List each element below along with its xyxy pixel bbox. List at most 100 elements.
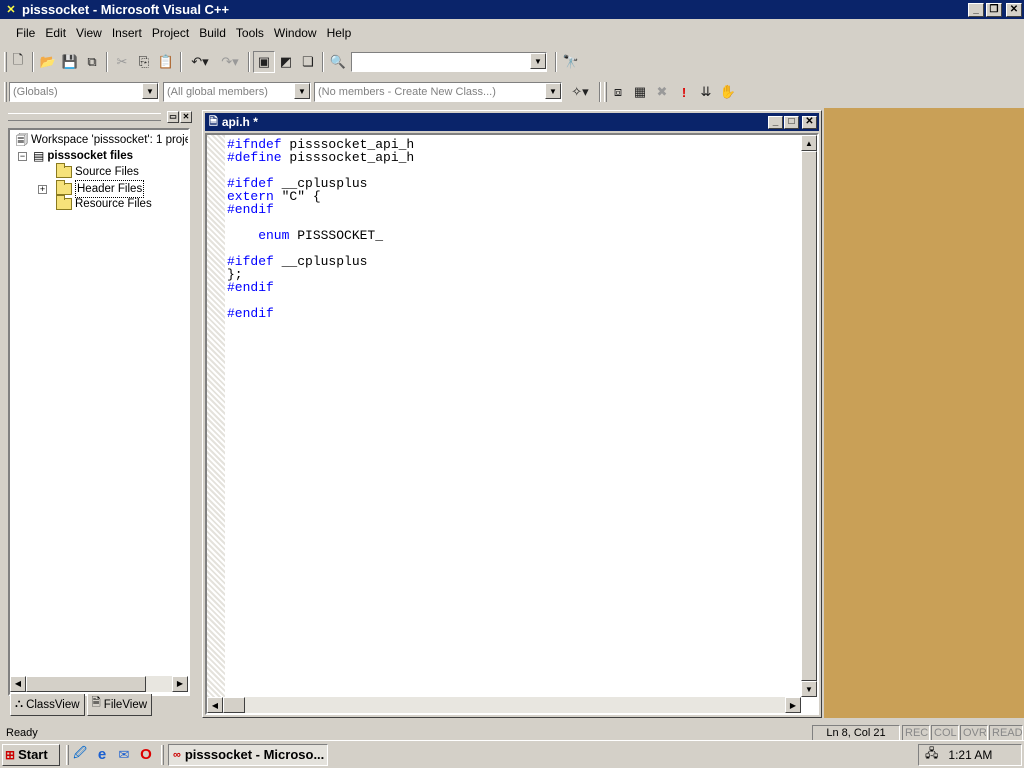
editor-vscrollbar[interactable]: ▲ ▼ (801, 135, 817, 697)
code-line[interactable]: #endif (227, 281, 414, 294)
code-line[interactable]: #endif (227, 307, 414, 320)
tab-label: FileView (103, 698, 148, 711)
menu-insert[interactable]: Insert (107, 26, 147, 40)
project-label: pisssocket files (47, 150, 133, 162)
wizard-action-icon[interactable]: ✧▾ (564, 81, 596, 103)
clock[interactable]: 1:21 AM (948, 748, 992, 762)
scroll-up-icon[interactable]: ▲ (801, 135, 817, 151)
code-keyword: #endif (227, 202, 274, 217)
open-icon[interactable]: 📂 (37, 51, 59, 73)
menu-bar: File Edit View Insert Project Build Tool… (0, 22, 1024, 44)
tasks-grip[interactable] (161, 744, 164, 765)
minimize-button[interactable]: _ (968, 2, 984, 17)
start-button[interactable]: ⊞ Start (2, 743, 60, 766)
globals-combo[interactable]: (Globals) ▼ (9, 82, 159, 102)
menu-edit[interactable]: Edit (40, 26, 71, 40)
code-line[interactable]: enum PISSSOCKET_ (227, 229, 414, 242)
menu-project[interactable]: Project (147, 26, 194, 40)
workspace-tabs: ⛬ ClassView 🗎 FileView (10, 694, 190, 718)
chevron-down-icon[interactable]: ▼ (294, 83, 310, 99)
editor-title: api.h * (221, 115, 258, 129)
code-text[interactable]: #ifndef pisssocket_api_h #define pisssock… (227, 138, 414, 320)
scroll-down-icon[interactable]: ▼ (801, 681, 817, 697)
restore-button[interactable]: ❐ (986, 2, 1002, 17)
editor-minimize-button[interactable]: _ (768, 115, 783, 129)
toolbar-grip[interactable] (4, 82, 7, 102)
internet-explorer-icon[interactable]: e (91, 744, 113, 766)
menu-build[interactable]: Build (194, 26, 231, 40)
menu-view[interactable]: View (71, 26, 107, 40)
scroll-left-icon[interactable]: ◀ (10, 676, 26, 692)
tab-classview[interactable]: ⛬ ClassView (10, 694, 85, 716)
editor-close-button[interactable]: ✕ (802, 115, 817, 129)
opera-icon[interactable]: O (135, 744, 157, 766)
tab-fileview[interactable]: 🗎 FileView (86, 694, 153, 716)
dock-minimize-button[interactable]: ▭ (167, 111, 179, 123)
chevron-down-icon[interactable]: ▼ (545, 83, 561, 99)
find-icon[interactable]: 🔭 (560, 51, 582, 73)
folder-icon (56, 163, 72, 178)
classes-combo[interactable]: (No members - Create New Class...) ▼ (314, 82, 562, 102)
tree-folder-source[interactable]: Source Files (56, 163, 139, 180)
outlook-icon[interactable]: ✉ (113, 744, 135, 766)
cut-icon[interactable]: ✂ (111, 51, 133, 73)
build-icon[interactable]: ▦ (629, 81, 651, 103)
paste-icon[interactable]: 📋 (155, 51, 177, 73)
output-window-icon[interactable]: ◩ (275, 51, 297, 73)
menu-window[interactable]: Window (269, 26, 322, 40)
status-rec: REC (902, 725, 930, 741)
fileview-icon: 🗎 (91, 697, 101, 709)
code-line[interactable]: #ifdef __cplusplus (227, 255, 414, 268)
status-message: Ready (6, 727, 38, 739)
network-icon[interactable]: 🖧 (925, 744, 938, 765)
stop-build-icon[interactable]: ✖ (651, 81, 673, 103)
save-all-icon[interactable]: ⧉ (81, 51, 103, 73)
editor-maximize-button[interactable]: □ (784, 115, 799, 129)
expand-toggle[interactable]: + (38, 184, 47, 194)
tree-project[interactable]: − ▤ pisssocket files (18, 148, 133, 164)
scroll-right-icon[interactable]: ▶ (785, 697, 801, 713)
new-file-icon[interactable]: 🗋 (7, 51, 29, 73)
code-text-span: pisssocket_api_h (281, 150, 415, 165)
menu-help[interactable]: Help (322, 26, 357, 40)
selection-margin[interactable] (207, 135, 225, 697)
file-icon[interactable]: 🗎 (209, 113, 218, 132)
show-desktop-icon[interactable]: 🖉 (69, 744, 91, 766)
tree-folder-resource[interactable]: Resource Files (56, 195, 152, 212)
scroll-thumb[interactable] (223, 697, 245, 713)
menu-file[interactable]: File (11, 26, 40, 40)
chevron-down-icon[interactable]: ▼ (142, 83, 158, 99)
editor-hscrollbar[interactable]: ◀ ▶ (207, 697, 801, 713)
editor-window: 🗎 api.h * _ □ ✕ #ifndef pisssocket_api_h… (202, 110, 822, 718)
go-icon[interactable]: ⇊ (695, 81, 717, 103)
find-in-files-icon[interactable]: 🔍 (327, 51, 349, 73)
menu-tools[interactable]: Tools (231, 26, 269, 40)
save-icon[interactable]: 💾 (59, 51, 81, 73)
scroll-left-icon[interactable]: ◀ (207, 697, 223, 713)
code-line[interactable]: #define pisssocket_api_h (227, 151, 414, 164)
close-button[interactable]: ✕ (1006, 2, 1022, 17)
window-list-icon[interactable]: ❏ (297, 51, 319, 73)
tree-hscrollbar[interactable]: ◀ ▶ (10, 676, 188, 692)
dock-grip[interactable] (8, 113, 161, 121)
breakpoint-hand-icon[interactable]: ✋ (717, 81, 739, 103)
workspace-root-label: Workspace 'pisssocket': 1 proje (31, 134, 190, 146)
scroll-thumb[interactable] (26, 676, 146, 692)
scroll-thumb[interactable] (801, 151, 817, 681)
code-line[interactable]: #endif (227, 203, 414, 216)
undo-icon[interactable]: ↶▾ (185, 51, 215, 73)
copy-icon[interactable]: ⎘ (133, 51, 155, 73)
dock-close-button[interactable]: ✕ (180, 111, 192, 123)
scroll-right-icon[interactable]: ▶ (172, 676, 188, 692)
compile-icon[interactable]: ⧈ (607, 81, 629, 103)
execute-icon[interactable]: ! (673, 81, 695, 103)
members-combo[interactable]: (All global members) ▼ (163, 82, 311, 102)
collapse-toggle[interactable]: − (18, 151, 27, 161)
task-button-msvc[interactable]: ∞ pisssocket - Microso... (168, 743, 328, 766)
tree-workspace-root[interactable]: 🗐 Workspace 'pisssocket': 1 proje (16, 132, 190, 148)
app-icon[interactable]: ✕ (3, 3, 19, 17)
find-combo[interactable]: ▼ (351, 52, 547, 72)
chevron-down-icon[interactable]: ▼ (530, 53, 546, 69)
workspace-toggle-icon[interactable]: ▣ (253, 51, 275, 73)
redo-icon[interactable]: ↷▾ (215, 51, 245, 73)
